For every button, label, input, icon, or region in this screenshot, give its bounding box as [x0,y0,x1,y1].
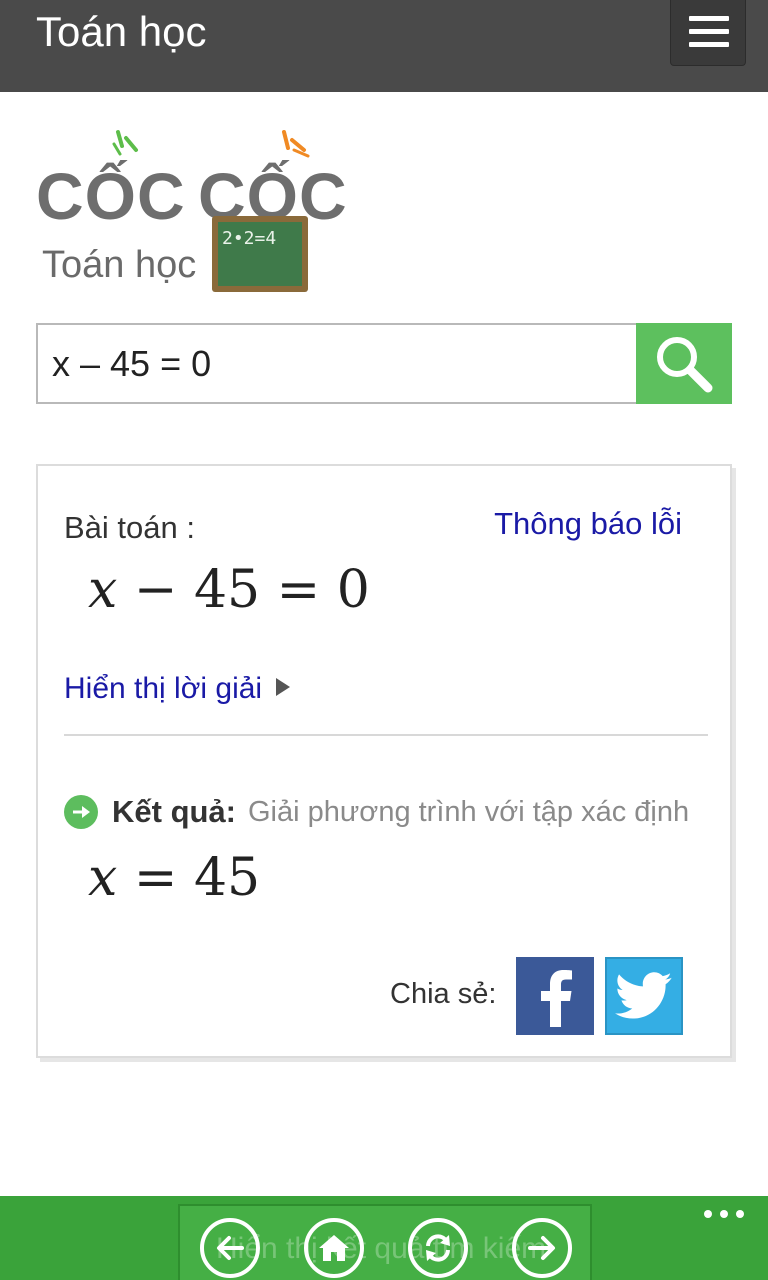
search-button[interactable] [636,323,732,404]
result-expression: x = 45 [88,848,261,908]
problem-label: Bài toán : [64,510,195,545]
app-header: Toán học [0,0,768,92]
bottom-app-bar: Hiển thị kết quả tìm kiếm [0,1196,768,1280]
refresh-button[interactable] [408,1218,468,1278]
show-solution-link[interactable]: Hiển thị lời giải [64,672,291,706]
home-icon [319,1235,349,1261]
search-box [36,323,638,404]
back-button[interactable] [200,1218,260,1278]
result-row: Kết quả: Giải phương trình với tập xác đ… [64,792,689,832]
divider [64,734,708,736]
facebook-share-button[interactable] [516,957,594,1035]
result-card: Bài toán : Thông báo lỗi x − 45 = 0 Hiển… [36,464,732,1058]
menu-button[interactable] [670,0,746,66]
logo-spark-left-icon [112,130,138,156]
logo-spark-right-icon [282,130,310,158]
appbar-hint-text: Hiển thị kết quả tìm kiếm [216,1232,547,1265]
hamburger-icon [689,16,729,21]
problem-expression: x − 45 = 0 [88,560,370,620]
nav-button-group: Hiển thị kết quả tìm kiếm [178,1204,592,1280]
back-icon [217,1236,244,1260]
refresh-icon [426,1234,450,1262]
logo-subtitle: Toán học [42,244,197,286]
chalkboard-icon: 2•2=4 [212,216,308,292]
page-title: Toán học [36,8,207,55]
chalkboard-text: 2•2=4 [218,222,302,286]
result-description: Giải phương trình với tập xác định [248,795,690,828]
arrow-right-circle-icon [64,795,98,829]
logo-word-1: CỐC [36,159,186,233]
search-icon [657,336,713,392]
forward-icon [528,1236,555,1260]
hamburger-icon [689,29,729,34]
share-label: Chia sẻ: [390,978,497,1010]
play-arrow-icon [276,678,291,697]
result-label: Kết quả: [112,794,236,829]
search-input[interactable] [38,325,636,402]
facebook-icon [541,970,572,1027]
twitter-share-button[interactable] [605,957,683,1035]
more-options-icon[interactable] [704,1210,744,1220]
twitter-icon [615,972,672,1019]
forward-button[interactable] [512,1218,572,1278]
coccoc-math-logo: CỐC CỐC Toán học 2•2=4 [36,128,347,298]
home-button[interactable] [304,1218,364,1278]
report-error-link[interactable]: Thông báo lỗi [494,506,682,542]
hamburger-icon [689,42,729,47]
